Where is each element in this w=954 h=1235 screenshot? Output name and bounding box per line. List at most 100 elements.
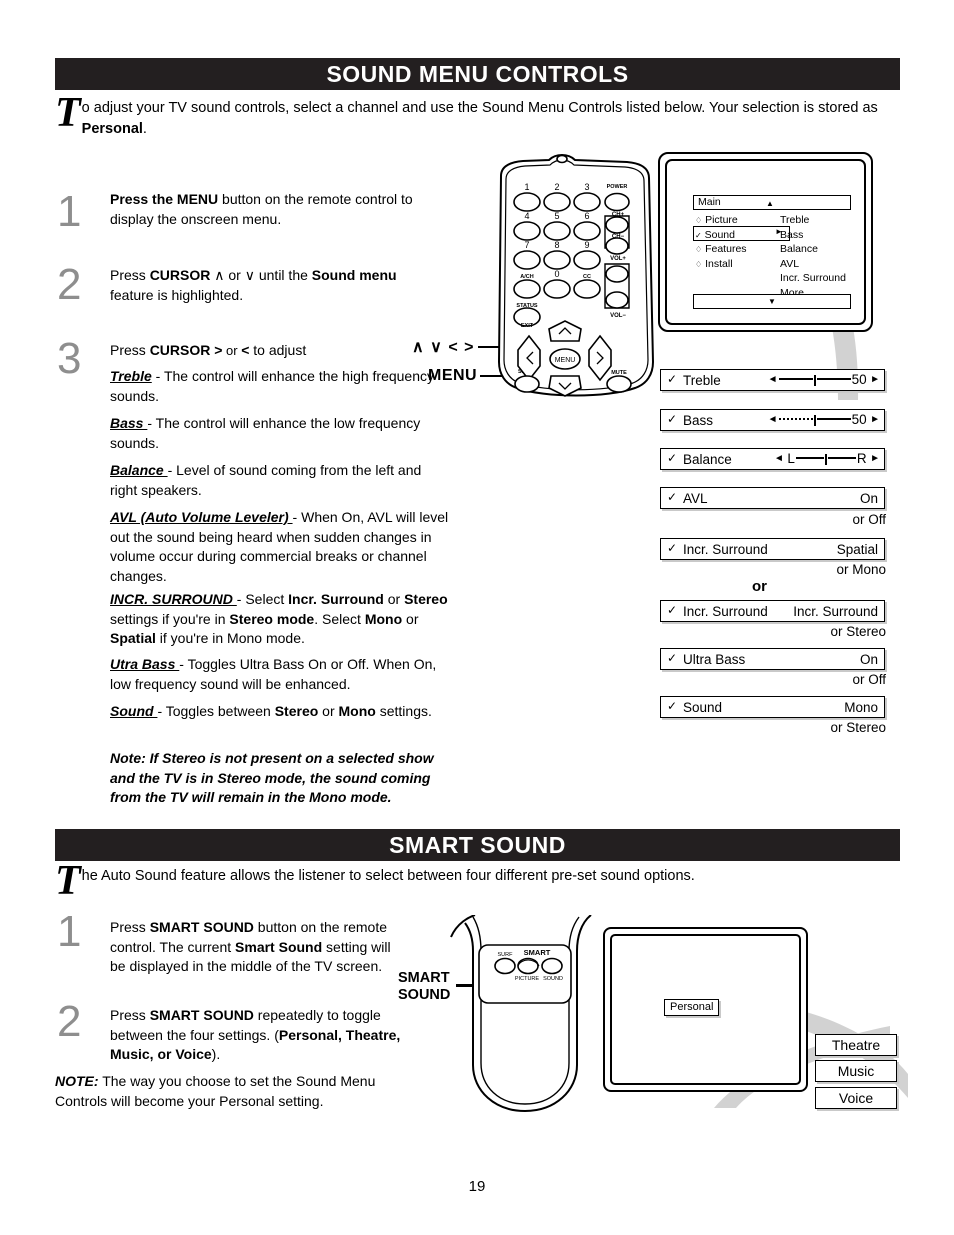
remote-control-illustration: 123 456 789 0 A/CH CC STATUS EXIT SLEEP …	[497, 153, 655, 397]
snd-b3: Mono	[338, 703, 376, 719]
step1-bold: Press the MENU	[110, 191, 219, 207]
osd-item-install[interactable]: ♢ Install	[695, 257, 747, 272]
osd-item-features[interactable]: ♢ Features	[695, 242, 747, 257]
svg-text:MENU: MENU	[555, 357, 576, 364]
setting-slider-bass[interactable]: ◄ 50 ►	[768, 412, 880, 427]
preset-chip-music[interactable]: Music	[815, 1060, 897, 1082]
slider-track	[778, 418, 813, 420]
snd-t2: or	[318, 703, 339, 719]
osd-item-picture-label: Picture	[705, 214, 738, 226]
slider-thumb[interactable]	[824, 454, 827, 465]
balance-right-label: R	[856, 451, 867, 466]
setting-row-ultra-bass[interactable]: ✓ Ultra Bass On	[660, 648, 885, 670]
preset-chip-theatre[interactable]: Theatre	[815, 1034, 897, 1056]
incr-t6: . Select	[314, 610, 365, 627]
step3-t0: Press	[110, 342, 150, 358]
smart-step-text-1: Press SMART SOUND button on the remote c…	[110, 918, 410, 977]
osd-sub-bass[interactable]: Bass	[780, 228, 846, 243]
svg-text:2: 2	[554, 182, 559, 192]
tv-smart-sound-illustration: Personal	[603, 927, 808, 1092]
svg-text:8: 8	[554, 240, 559, 250]
setting-slider-treble[interactable]: ◄ 50 ►	[768, 372, 880, 387]
osd-sub-incr-surround[interactable]: Incr. Surround	[780, 271, 846, 286]
svg-text:EXIT: EXIT	[521, 323, 534, 329]
sstep1-t0: Press	[110, 919, 150, 935]
svg-text:CH−: CH−	[612, 234, 625, 240]
osd-down-arrow-icon: ▼	[768, 297, 776, 306]
setting-slider-balance[interactable]: ◄ L R ►	[774, 451, 880, 466]
svg-text:POWER: POWER	[607, 184, 628, 190]
preset-chip-voice[interactable]: Voice	[815, 1087, 897, 1109]
setting-row-treble[interactable]: ✓ Treble ◄ 50 ►	[660, 369, 885, 391]
intro-paragraph-sound-menu: To adjust your TV sound controls, select…	[55, 90, 903, 140]
definition-treble: Treble - The control will enhance the hi…	[110, 367, 445, 406]
setting-name-balance: Balance	[683, 452, 732, 467]
intro-paragraph-smart-sound: The Auto Sound feature allows the listen…	[55, 860, 903, 902]
intro-bold-personal: Personal	[81, 121, 143, 137]
incr-b3: Stereo	[404, 591, 448, 607]
setting-name-incr-surround-2: Incr. Surround	[683, 604, 768, 619]
step-text-3: Press CURSOR > or < to adjust	[110, 341, 440, 361]
setting-value-ultra-bass: On	[859, 652, 878, 667]
osd-left-menu-list: ♢ Picture ✓ Sound ♢ Features ♢ Install	[695, 213, 747, 271]
right-arrow-icon[interactable]: ►	[870, 374, 880, 385]
diamond-icon: ♢	[695, 259, 703, 269]
check-icon: ✓	[667, 541, 678, 555]
svg-text:SMART: SMART	[524, 948, 551, 957]
remote-control-smart-sound-illustration: SURF SMART PICTURE SOUND	[450, 915, 592, 1113]
left-arrow-icon[interactable]: ◄	[774, 453, 784, 464]
diamond-icon: ♢	[695, 216, 703, 225]
setting-name-ultra-bass: Ultra Bass	[683, 652, 746, 667]
svg-text:4: 4	[524, 211, 529, 221]
step3-or: or	[222, 343, 242, 358]
setting-name-incr-surround: Incr. Surround	[683, 542, 768, 557]
svg-text:MUTE: MUTE	[611, 370, 627, 376]
svg-text:7: 7	[524, 240, 529, 250]
setting-name-bass: Bass	[683, 413, 714, 428]
setting-row-avl[interactable]: ✓ AVL On	[660, 487, 885, 509]
smart-step-number-1: 1	[57, 907, 82, 956]
osd-sub-balance[interactable]: Balance	[780, 242, 846, 257]
setting-value-incr-surround: Spatial	[836, 542, 878, 557]
svg-text:SURF: SURF	[498, 952, 514, 958]
definition-avl: AVL (Auto Volume Leveler) - When On, AVL…	[110, 508, 455, 586]
or-separator: or	[752, 578, 767, 595]
definition-ultra-bass: Utra Bass - Toggles Ultra Bass On or Off…	[110, 655, 455, 694]
setting-alt-incr-surround-2: or Stereo	[830, 624, 886, 639]
incr-b5: Stereo mode	[229, 610, 315, 627]
osd-main-header: Main ▲	[693, 195, 851, 210]
setting-row-incr-surround-stereo[interactable]: ✓ Incr. Surround Incr. Surround	[660, 600, 885, 622]
drop-cap-letter: T	[55, 90, 81, 136]
right-arrow-icon[interactable]: ►	[870, 453, 880, 464]
check-icon: ✓	[667, 490, 678, 504]
osd-sub-treble[interactable]: Treble	[780, 213, 846, 228]
incr-t0: - Select	[236, 591, 289, 607]
callout-menu: MENU	[428, 367, 478, 384]
svg-text:0: 0	[554, 269, 559, 279]
check-icon: ✓	[667, 699, 678, 713]
left-arrow-icon[interactable]: ◄	[768, 374, 778, 385]
right-arrow-icon[interactable]: ►	[870, 414, 880, 425]
definition-term-avl: AVL (Auto Volume Leveler)	[110, 509, 293, 525]
svg-text:CC: CC	[583, 274, 591, 280]
slider-thumb[interactable]	[813, 415, 816, 426]
setting-row-sound[interactable]: ✓ Sound Mono	[660, 696, 885, 718]
setting-row-incr-surround-spatial[interactable]: ✓ Incr. Surround Spatial	[660, 538, 885, 560]
slider-thumb[interactable]	[813, 375, 816, 386]
intro-text-part1: o adjust your TV sound controls, select …	[81, 100, 878, 116]
definition-term-ultra-bass: Utra Bass	[110, 656, 180, 672]
note-label: NOTE:	[55, 1073, 99, 1089]
left-arrow-icon[interactable]: ◄	[768, 414, 778, 425]
osd-up-arrow-icon: ▲	[766, 199, 774, 208]
check-icon: ✓	[667, 412, 678, 426]
setting-alt-avl: or Off	[852, 512, 886, 527]
definition-body-treble: - The control will enhance the high freq…	[110, 368, 435, 404]
osd-sub-avl[interactable]: AVL	[780, 257, 846, 272]
intro-text-part2: .	[142, 121, 147, 137]
setting-row-balance[interactable]: ✓ Balance ◄ L R ►	[660, 448, 885, 470]
setting-row-bass[interactable]: ✓ Bass ◄ 50 ►	[660, 409, 885, 431]
svg-text:6: 6	[584, 211, 589, 221]
snd-t4: settings.	[375, 703, 432, 719]
sstep2-t0: Press	[110, 1007, 150, 1023]
setting-value-sound: Mono	[844, 700, 878, 715]
